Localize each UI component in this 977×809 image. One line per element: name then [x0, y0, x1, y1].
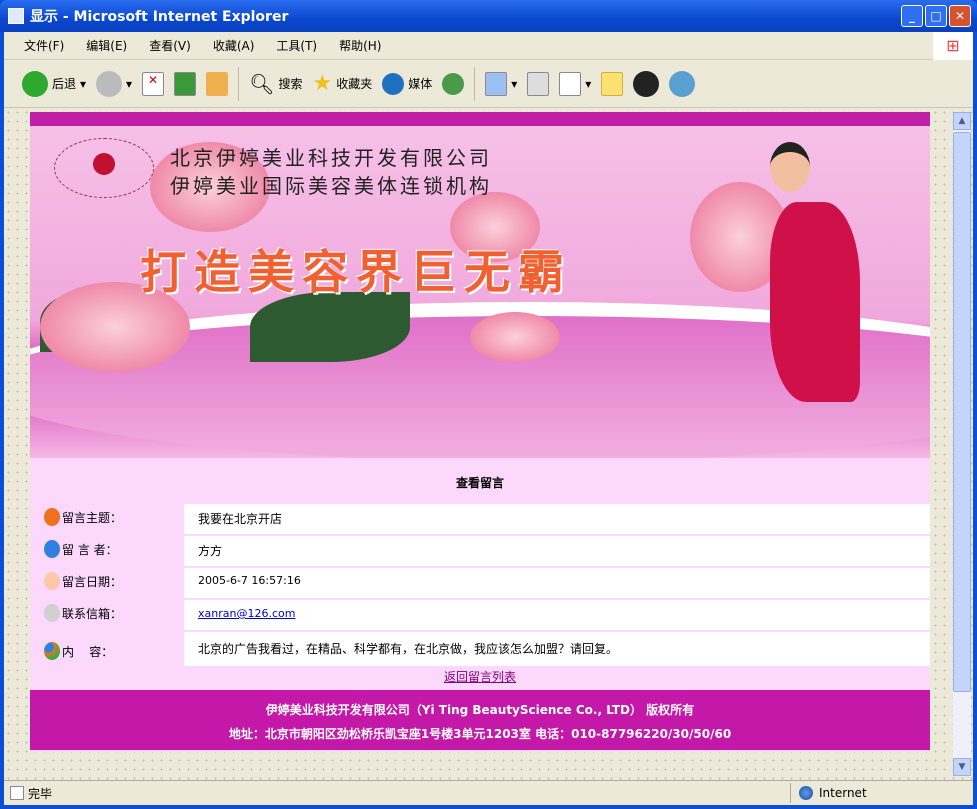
windows-logo-icon: ⊞	[933, 32, 973, 60]
window-title: 显示 - Microsoft Internet Explorer	[30, 9, 289, 25]
scroll-up-button[interactable]: ▲	[953, 112, 971, 130]
field-label: 留 言 者：	[62, 542, 118, 557]
forward-arrow-icon	[96, 70, 123, 97]
back-to-list-link[interactable]: 返回留言列表	[444, 670, 516, 684]
home-icon[interactable]	[206, 71, 229, 96]
forward-button[interactable]: ▾	[96, 70, 132, 97]
search-icon: 🔍︎	[249, 71, 275, 96]
menu-view[interactable]: 查看(V)	[149, 37, 191, 54]
scroll-thumb[interactable]	[953, 132, 971, 692]
toolbar-separator	[474, 66, 476, 101]
ie-page-icon	[8, 8, 24, 24]
field-label: 留言主题：	[62, 510, 123, 525]
menu-favorites[interactable]: 收藏(A)	[213, 37, 255, 54]
status-text: 完毕	[28, 786, 53, 801]
company-name: 北京伊婷美业科技开发有限公司	[170, 146, 492, 170]
maximize-button[interactable]: □	[925, 5, 947, 27]
notes-icon[interactable]	[601, 71, 624, 96]
favorites-label: 收藏夹	[336, 77, 373, 91]
media-globe-icon	[382, 72, 405, 95]
date-value: 2005-6-7 16:57:16	[184, 568, 930, 598]
menu-bar: 文件(F) 编辑(E) 查看(V) 收藏(A) 工具(T) 帮助(H) ⊞	[4, 32, 973, 60]
title-bar: 显示 - Microsoft Internet Explorer _ □ ✕	[0, 0, 977, 32]
qq-penguin-icon[interactable]	[633, 70, 660, 97]
back-label: 后退	[52, 77, 77, 91]
mail-icon	[485, 71, 508, 96]
mail-button[interactable]: ▾	[485, 71, 517, 96]
field-label: 联系信箱：	[62, 606, 123, 621]
page-icon	[10, 786, 24, 800]
banner: 北京伊婷美业科技开发有限公司 伊婷美业国际美容美体连锁机构 打造美容界巨无霸	[30, 112, 930, 458]
favorites-button[interactable]: ★ 收藏夹	[312, 71, 372, 96]
browser-viewport: 北京伊婷美业科技开发有限公司 伊婷美业国际美容美体连锁机构 打造美容界巨无霸 查…	[4, 108, 973, 780]
address: 地址：北京市朝阳区劲松桥乐凯宝座1号楼3单元1203室 电话：010-87796…	[228, 727, 732, 741]
view-message-title: 查看留言	[455, 476, 504, 490]
back-button[interactable]: 后退 ▾	[22, 70, 86, 97]
molecule-icon	[44, 642, 60, 660]
toolbar: 后退 ▾ ▾ ✕ 🔍︎ 搜索 ★ 收藏夹 媒体 ▾ ▾	[4, 60, 973, 108]
edit-button[interactable]: ▾	[559, 71, 591, 96]
model-image	[750, 142, 900, 452]
close-button[interactable]: ✕	[949, 5, 971, 27]
word-icon	[559, 71, 582, 96]
toolbar-separator	[238, 66, 240, 101]
web-page: 北京伊婷美业科技开发有限公司 伊婷美业国际美容美体连锁机构 打造美容界巨无霸 查…	[30, 112, 930, 752]
orange-ball-icon	[44, 508, 60, 526]
back-arrow-icon	[22, 70, 48, 97]
media-button[interactable]: 媒体	[382, 72, 433, 95]
messenger-icon[interactable]	[669, 70, 696, 97]
search-label: 搜索	[278, 77, 303, 91]
company-subtitle: 伊婷美业国际美容美体连锁机构	[170, 174, 492, 198]
status-bar: 完毕 Internet	[4, 780, 973, 805]
blue-ball-icon	[44, 540, 60, 558]
menu-file[interactable]: 文件(F)	[24, 37, 64, 54]
print-icon[interactable]	[527, 71, 550, 96]
field-row-author: 留 言 者： 方方	[30, 536, 930, 566]
email-link[interactable]: xanran@126.com	[198, 607, 295, 620]
security-zone: Internet	[819, 786, 867, 800]
field-label: 留言日期：	[62, 574, 123, 589]
content-value: 北京的广告我看过，在精品、科学都有，在北京做，我应该怎么加盟？请回复。	[184, 632, 930, 666]
internet-globe-icon	[799, 786, 813, 800]
star-icon: ★	[312, 71, 333, 96]
media-label: 媒体	[408, 77, 433, 91]
company-logo	[54, 138, 154, 198]
field-row-content: 内 容： 北京的广告我看过，在精品、科学都有，在北京做，我应该怎么加盟？请回复。	[30, 632, 930, 666]
menu-help[interactable]: 帮助(H)	[339, 37, 381, 54]
slogan: 打造美容界巨无霸	[140, 245, 572, 299]
minimize-button[interactable]: _	[901, 5, 923, 27]
field-label: 内 容：	[62, 644, 114, 659]
history-icon[interactable]	[442, 72, 465, 95]
menu-edit[interactable]: 编辑(E)	[86, 37, 127, 54]
footer: 伊婷美业科技开发有限公司（Yi Ting BeautyScience Co., …	[30, 690, 930, 750]
author-value: 方方	[184, 536, 930, 566]
stop-icon[interactable]: ✕	[142, 71, 165, 96]
copyright: 伊婷美业科技开发有限公司（Yi Ting BeautyScience Co., …	[265, 703, 695, 717]
refresh-icon[interactable]	[174, 71, 197, 96]
search-button[interactable]: 🔍︎ 搜索	[249, 72, 302, 96]
peach-ball-icon	[44, 572, 60, 590]
mail-icon	[44, 604, 60, 622]
field-row-date: 留言日期： 2005-6-7 16:57:16	[30, 568, 930, 598]
field-row-subject: 留言主题： 我要在北京开店	[30, 504, 930, 534]
subject-value: 我要在北京开店	[184, 504, 930, 534]
field-row-email: 联系信箱： xanran@126.com	[30, 600, 930, 630]
scroll-down-button[interactable]: ▼	[953, 758, 971, 776]
menu-tools[interactable]: 工具(T)	[276, 37, 317, 54]
vertical-scrollbar[interactable]: ▲ ▼	[953, 112, 971, 776]
